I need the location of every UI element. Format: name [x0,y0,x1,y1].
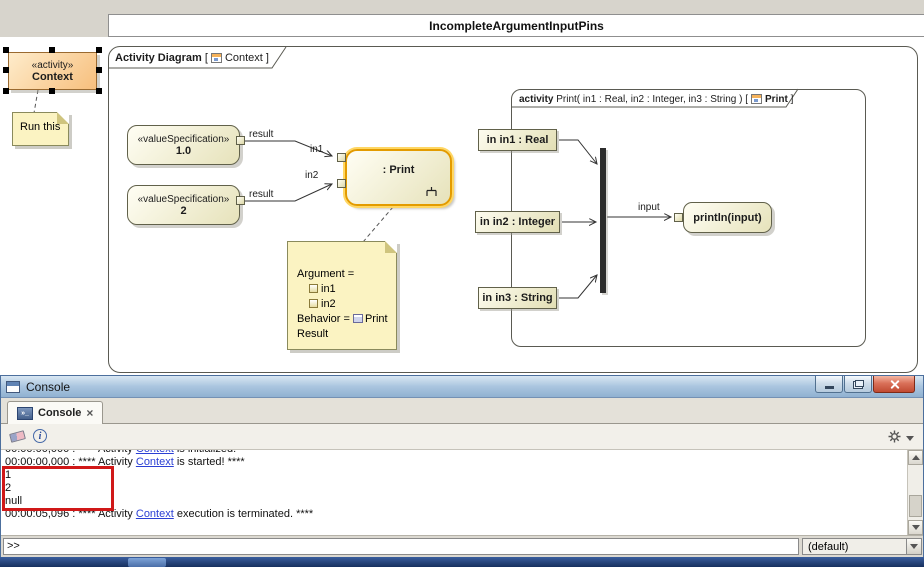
close-icon [889,379,900,390]
gear-icon[interactable] [888,430,901,443]
selection-handle[interactable] [3,88,9,94]
diagram-canvas[interactable]: «activity» Context Run this Activity Dia… [0,37,924,375]
in1-pin-label: in1 [310,144,323,155]
console-output[interactable]: 00:00:00,000 : **** Activity Context is … [1,450,907,535]
result-output-pin[interactable] [236,136,245,145]
minimize-icon [825,386,834,389]
selection-handle[interactable] [96,88,102,94]
selection-handle[interactable] [96,67,102,73]
value-spec-2-node[interactable]: «valueSpecification» 2 [127,185,240,225]
result-output-pin[interactable] [236,196,245,205]
diagram-icon [211,53,222,63]
in1-input-pin[interactable] [337,153,346,162]
screen: IncompleteArgumentInputPins «activity» C… [0,0,924,567]
behavior-icon [353,314,363,323]
minimize-button[interactable] [815,376,843,393]
console-line: 2 [5,482,907,495]
argument-note[interactable]: Argument = in1 in2 Behavior = Print Resu… [287,241,397,350]
activity-parameter-in2[interactable]: in in2 : Integer [475,211,560,233]
scrollbar-thumb[interactable] [909,495,922,517]
selection-handle[interactable] [49,88,55,94]
context-name: Context [32,71,73,83]
console-scrollbar[interactable] [907,450,923,535]
note-result-line: Result [297,327,392,342]
console-line: 1 [5,469,907,482]
result-pin-label: result [249,189,273,200]
selection-handle[interactable] [96,47,102,53]
outer-frame-header: Activity Diagram [ Context ] [115,50,269,66]
close-button[interactable] [873,376,915,393]
dropdown-arrow-button[interactable] [906,539,921,554]
print-action-name: : Print [383,164,415,176]
inner-frame-header: activity Print( in1 : Real, in2 : Intege… [519,92,793,106]
window-controls [814,376,915,397]
taskbar[interactable] [0,557,924,567]
in2-input-pin[interactable] [337,179,346,188]
console-input-row: >> (default) [1,535,923,557]
run-this-note[interactable]: Run this [12,112,69,146]
selection-handle[interactable] [49,47,55,53]
activity-parameter-in3[interactable]: in in3 : String [478,287,557,309]
console-window-title: Console [26,380,70,394]
taskbar-item[interactable] [128,558,166,567]
restore-button[interactable] [844,376,872,393]
run-note-text: Run this [20,121,60,133]
context-link[interactable]: Context [136,508,174,520]
console-window-icon [6,381,20,393]
console-line: null [5,495,907,508]
console-icon: »_ [17,407,33,420]
tab-console[interactable]: »_ Console × [7,401,103,424]
arrow-up-icon [912,455,920,460]
value-spec-2-stereotype: «valueSpecification» [138,194,230,205]
pin-icon [309,284,318,293]
tab-console-label: Console [38,407,81,419]
info-icon[interactable]: i [33,429,47,443]
result-pin-label: result [249,129,273,140]
language-dropdown[interactable]: (default) [802,538,922,555]
rake-icon [425,186,438,197]
console-toolbar: i [1,424,923,450]
anchor-context-runnote[interactable] [34,90,38,113]
in2-pin-label: in2 [305,170,318,181]
input-pin-label: input [638,202,660,213]
pin-icon [309,299,318,308]
activity-parameter-in1[interactable]: in in1 : Real [478,129,557,151]
selection-handle[interactable] [3,67,9,73]
console-line: 00:00:00,000 : **** Activity Context is … [5,456,907,469]
selection-handle[interactable] [3,47,9,53]
note-arg2: in2 [309,297,392,312]
console-line: 00:00:05,096 : **** Activity Context exe… [5,508,907,521]
console-window: Console »_ Console × i [0,375,924,557]
restore-icon [853,380,864,389]
diagram-icon [751,94,762,104]
value-spec-2-value: 2 [180,205,186,217]
tab-close-icon[interactable]: × [86,406,93,420]
note-argument-line: Argument = [297,267,392,282]
context-link[interactable]: Context [136,450,174,455]
scroll-up-button[interactable] [908,450,923,465]
diagram-window-title: IncompleteArgumentInputPins [108,14,924,37]
value-spec-1-node[interactable]: «valueSpecification» 1.0 [127,125,240,165]
context-link[interactable]: Context [136,456,174,468]
scroll-down-button[interactable] [908,520,923,535]
console-prompt-input[interactable]: >> [3,538,799,555]
language-dropdown-value: (default) [803,541,906,553]
note-arg1: in1 [309,282,392,297]
value-spec-1-value: 1.0 [176,145,191,157]
context-stereotype: «activity» [32,60,74,71]
gear-dropdown-arrow[interactable] [906,436,914,441]
clear-console-button[interactable] [9,430,26,443]
note-behavior-line: Behavior = Print [297,312,392,327]
fork-node[interactable] [600,148,606,293]
println-action[interactable]: println(input) [683,202,772,233]
value-spec-1-stereotype: «valueSpecification» [138,134,230,145]
arrow-down-icon [912,525,920,530]
context-activity-node[interactable]: «activity» Context [8,52,97,90]
input-pin[interactable] [674,213,683,222]
console-titlebar[interactable]: Console [1,375,923,398]
console-tab-bar: »_ Console × [1,398,923,424]
println-action-name: println(input) [693,212,761,224]
chevron-down-icon [910,544,918,549]
print-call-action[interactable]: : Print [345,149,452,206]
